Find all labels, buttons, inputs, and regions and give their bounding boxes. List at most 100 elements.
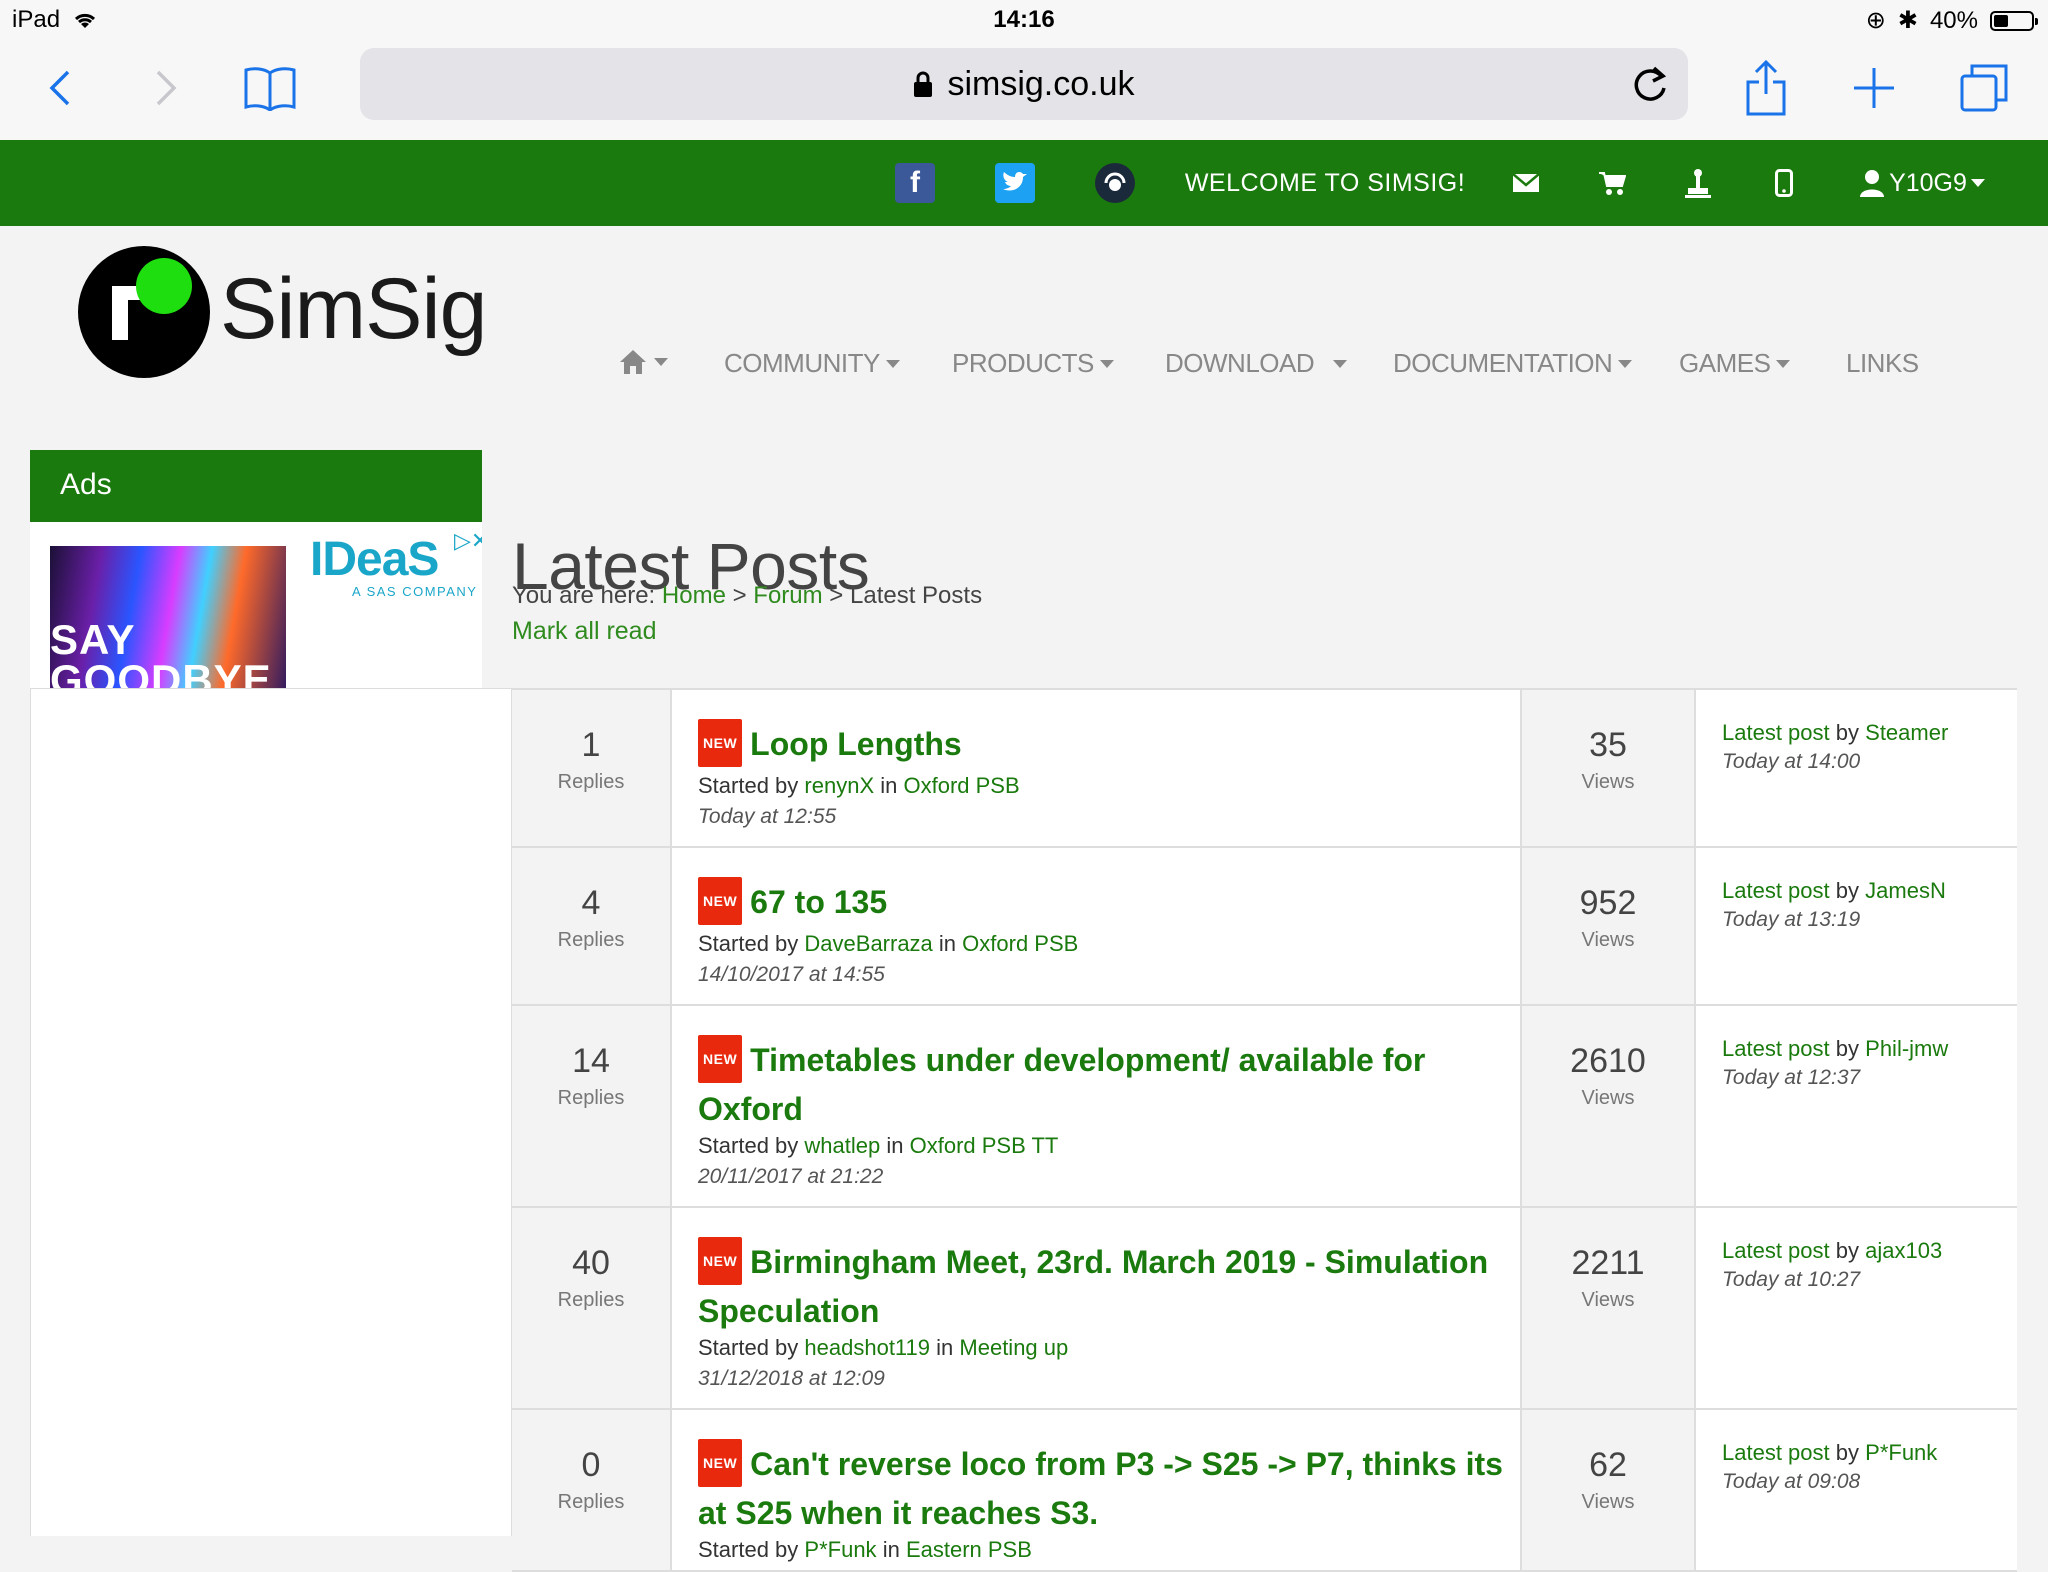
latest-post-cell: Latest post by JamesN Today at 13:19 (1696, 848, 2017, 1004)
views-cell: 2211 Views (1522, 1208, 1696, 1408)
ad-image-text: SAY GOODBYE (50, 616, 272, 689)
author-link[interactable]: renynX (804, 773, 874, 798)
by-label: by (1835, 1036, 1860, 1061)
breadcrumb-forum[interactable]: Forum (753, 582, 822, 609)
latest-post-cell: Latest post by ajax103 Today at 10:27 (1696, 1208, 2017, 1408)
nav-documentation-label: DOCUMENTATION (1393, 348, 1613, 378)
latest-post-author[interactable]: Phil-jmw (1865, 1036, 1948, 1061)
started-by-label: Started by (698, 1132, 799, 1158)
replies-label: Replies (557, 1289, 625, 1311)
replies-cell: 1 Replies (512, 690, 672, 846)
by-label: by (1835, 1238, 1860, 1263)
back-button[interactable] (30, 58, 90, 118)
latest-post-author[interactable]: JamesN (1865, 878, 1946, 903)
ad-close-icon[interactable]: ▷✕ (454, 528, 482, 554)
author-link[interactable]: DaveBarraza (804, 931, 932, 956)
views-cell: 62 Views (1522, 1410, 1696, 1570)
share-icon (1746, 60, 1786, 116)
nav-products[interactable]: PRODUCTS (952, 348, 1114, 379)
chevron-down-icon (654, 358, 668, 366)
latest-post-link[interactable]: Latest post (1722, 1238, 1830, 1263)
topic-title: Can't reverse loco from P3 -> S25 -> P7,… (698, 1446, 1503, 1531)
new-badge: NEW (698, 1438, 743, 1487)
ad-brand: IDeaS (310, 533, 439, 586)
view-count: 2211 (1571, 1244, 1645, 1282)
started-date: 20/11/2017 at 21:22 (698, 1164, 884, 1188)
forum-link[interactable]: Oxford PSB TT (910, 1133, 1059, 1158)
welcome-link[interactable]: WELCOME TO SIMSIG! (1180, 140, 1470, 226)
replies-label: Replies (557, 771, 625, 793)
facebook-link[interactable]: f (895, 140, 935, 226)
reload-icon[interactable] (1630, 62, 1670, 106)
nav-home[interactable] (618, 348, 668, 376)
breadcrumb-home[interactable]: Home (662, 582, 726, 609)
nav-links[interactable]: LINKS (1846, 348, 1919, 379)
author-link[interactable]: P*Funk (804, 1537, 876, 1562)
nav-documentation[interactable]: DOCUMENTATION (1393, 348, 1633, 379)
browser-toolbar: simsig.co.uk (0, 40, 2048, 140)
topic-title-link[interactable]: NEW 67 to 135 (698, 876, 1520, 929)
started-line: Started by P*Funk in Eastern PSB (698, 1537, 1520, 1563)
bookmarks-button[interactable] (240, 58, 300, 118)
lock-icon (914, 71, 933, 97)
home-icon (620, 350, 646, 374)
topic-title-link[interactable]: NEW Birmingham Meet, 23rd. March 2019 - S… (698, 1236, 1520, 1333)
tabs-button[interactable] (1954, 58, 2014, 118)
latest-post-time: Today at 10:27 (1722, 1268, 1861, 1291)
teamspeak-link[interactable] (1095, 140, 1135, 226)
replies-label: Replies (557, 1491, 625, 1513)
forum-link[interactable]: Oxford PSB (962, 931, 1078, 956)
games-link[interactable] (1680, 140, 1716, 226)
latest-post-time: Today at 12:37 (1722, 1066, 1861, 1089)
nav-community[interactable]: COMMUNITY (724, 348, 900, 379)
nav-products-label: PRODUCTS (952, 348, 1094, 378)
forward-button[interactable] (136, 58, 196, 118)
address-bar[interactable]: simsig.co.uk (360, 48, 1688, 120)
topic-cell: NEW Can't reverse loco from P3 -> S25 -> … (672, 1410, 1522, 1570)
chevron-left-icon (49, 70, 70, 106)
twitter-link[interactable] (995, 140, 1035, 226)
advertisement[interactable]: SAY GOODBYE IDeaS A SAS COMPANY ▷✕ (30, 522, 482, 688)
topic-title-link[interactable]: NEW Can't reverse loco from P3 -> S25 -> … (698, 1438, 1520, 1535)
clock: 14:16 (993, 6, 1055, 33)
forum-link[interactable]: Oxford PSB (904, 773, 1020, 798)
messages-link[interactable] (1508, 140, 1544, 226)
post-row: 14 Replies NEW Timetables under developme… (512, 1006, 2017, 1208)
mark-all-read-link[interactable]: Mark all read (512, 617, 657, 646)
cart-link[interactable] (1594, 140, 1630, 226)
mobile-link[interactable] (1766, 140, 1802, 226)
started-line: Started by headshot119 in Meeting up (698, 1335, 1520, 1361)
posts-table: 1 Replies NEW Loop Lengths Started by ren… (512, 688, 2017, 1572)
new-badge: NEW (698, 718, 743, 767)
user-menu[interactable]: Y10G9 (1852, 140, 1992, 226)
in-label: in (882, 1536, 900, 1562)
breadcrumb: You are here: Home > Forum > Latest Post… (512, 582, 982, 610)
new-tab-button[interactable] (1844, 58, 1904, 118)
chevron-down-icon (1970, 179, 1985, 187)
latest-post-author[interactable]: ajax103 (1865, 1238, 1942, 1263)
by-label: by (1835, 720, 1860, 745)
share-button[interactable] (1736, 58, 1796, 118)
latest-post-author[interactable]: P*Funk (1865, 1440, 1937, 1465)
topic-title-link[interactable]: NEW Timetables under development/ availab… (698, 1034, 1520, 1131)
view-count: 2610 (1570, 1042, 1646, 1080)
nav-download[interactable]: DOWNLOAD (1165, 348, 1347, 379)
latest-post-link[interactable]: Latest post (1722, 1036, 1830, 1061)
latest-post-link[interactable]: Latest post (1722, 878, 1830, 903)
cart-icon (1599, 172, 1626, 195)
nav-links-label: LINKS (1846, 348, 1919, 378)
author-link[interactable]: headshot119 (804, 1335, 930, 1360)
views-cell: 35 Views (1522, 690, 1696, 846)
forum-link[interactable]: Eastern PSB (906, 1537, 1032, 1562)
latest-post-link[interactable]: Latest post (1722, 1440, 1830, 1465)
replies-cell: 40 Replies (512, 1208, 672, 1408)
topic-title: Loop Lengths (750, 726, 962, 762)
forum-link[interactable]: Meeting up (959, 1335, 1068, 1360)
topic-title: Timetables under development/ available … (698, 1042, 1426, 1127)
nav-games[interactable]: GAMES (1679, 348, 1791, 379)
latest-post-author[interactable]: Steamer (1865, 720, 1948, 745)
author-link[interactable]: whatlep (804, 1133, 880, 1158)
topic-title-link[interactable]: NEW Loop Lengths (698, 718, 1520, 771)
latest-post-link[interactable]: Latest post (1722, 720, 1830, 745)
started-line: Started by DaveBarraza in Oxford PSB (698, 931, 1520, 957)
